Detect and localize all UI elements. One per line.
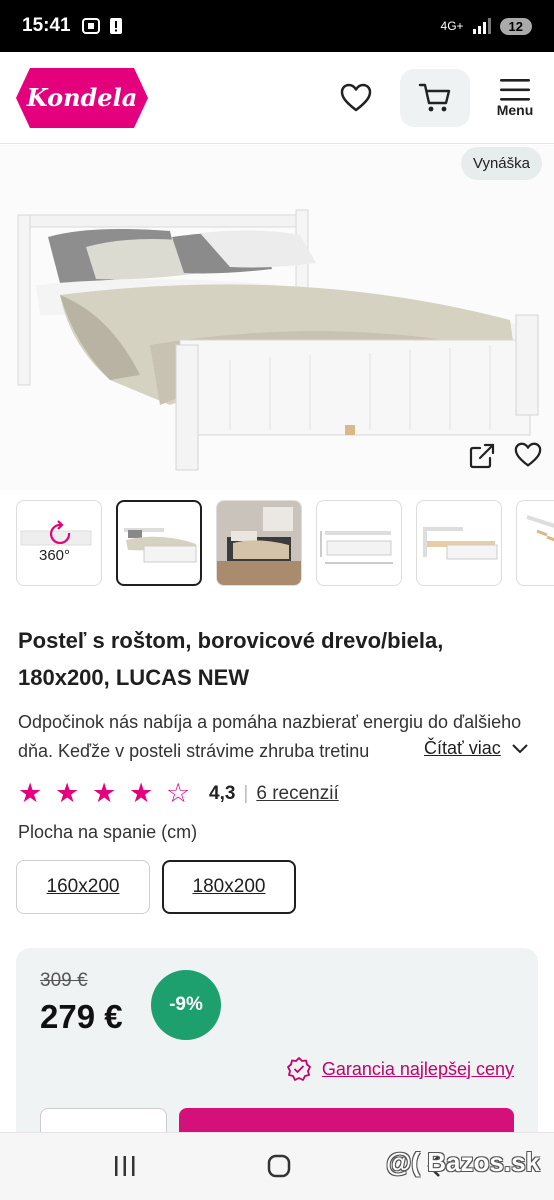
chevron-down-icon xyxy=(512,743,528,753)
product-image xyxy=(17,209,539,471)
menu-button[interactable]: Menu xyxy=(492,78,538,118)
best-price-guarantee-link[interactable]: Garancia najlepšej ceny xyxy=(286,1056,514,1082)
rating-row: ★ ★ ★ ★ ☆ 4,3 | 6 recenzií xyxy=(18,778,339,809)
hamburger-icon xyxy=(500,78,530,101)
thumbnail-bedroom[interactable] xyxy=(216,500,302,586)
price-box: 309 € 279 € -9% Garancia najlepšej ceny xyxy=(16,948,538,1158)
alert-icon xyxy=(109,18,122,34)
share-icon[interactable] xyxy=(468,442,496,470)
current-price: 279 € xyxy=(40,998,123,1035)
status-time: 15:41 xyxy=(22,15,71,36)
read-more-link[interactable]: Čítať viac xyxy=(408,738,529,759)
star-filled-icon: ★ xyxy=(18,778,43,808)
thumbnail-frame[interactable] xyxy=(416,500,502,586)
site-header: Kondela Menu xyxy=(0,52,554,144)
rating-value: 4,3 xyxy=(209,782,236,804)
status-bar: 15:41 4G+ 12 xyxy=(0,0,554,52)
thumbnail-bed-front[interactable] xyxy=(116,500,202,586)
product-gallery[interactable]: Vynáška xyxy=(0,145,554,490)
wishlist-button[interactable] xyxy=(334,76,378,120)
cart-icon xyxy=(418,83,451,111)
thumbnail-360-label: 360° xyxy=(39,547,71,564)
reviews-link[interactable]: 6 recenzií xyxy=(256,783,338,805)
logo-text: Kondela xyxy=(26,82,138,112)
system-nav-bar: @( Bazos.sk xyxy=(0,1132,554,1200)
cart-button[interactable] xyxy=(400,68,470,127)
battery-indicator: 12 xyxy=(499,17,532,35)
signal-icon xyxy=(472,18,491,34)
thumbnail-360[interactable]: 360° xyxy=(16,500,102,586)
rating-divider: | xyxy=(243,782,249,804)
size-option-160x200[interactable]: 160x200 xyxy=(16,860,150,914)
star-filled-icon: ★ xyxy=(92,778,117,808)
thumbnail-slats[interactable] xyxy=(516,500,554,586)
recent-apps-icon[interactable] xyxy=(112,1153,138,1179)
star-filled-icon: ★ xyxy=(129,778,154,808)
menu-label: Menu xyxy=(496,101,534,118)
product-title: Posteľ s roštom, borovicové drevo/biela,… xyxy=(18,628,444,690)
delivery-badge: Vynáška xyxy=(461,147,542,180)
thumbnail-strip: 360° xyxy=(16,500,554,588)
network-label: 4G+ xyxy=(440,19,464,33)
heart-icon xyxy=(340,83,372,111)
thumbnail-dimensions[interactable] xyxy=(316,500,402,586)
kondela-logo[interactable]: Kondela xyxy=(16,64,148,132)
favorite-heart-icon[interactable] xyxy=(514,442,542,468)
star-filled-icon: ★ xyxy=(55,778,80,808)
home-icon[interactable] xyxy=(266,1153,292,1179)
screen-record-icon xyxy=(81,18,100,34)
read-more-label: Čítať viac xyxy=(424,738,501,758)
bazos-watermark: @( Bazos.sk xyxy=(386,1147,540,1177)
discount-badge: -9% xyxy=(151,970,221,1040)
size-option-180x200[interactable]: 180x200 xyxy=(162,860,296,914)
guarantee-label: Garancia najlepšej ceny xyxy=(321,1058,514,1079)
badge-check-icon xyxy=(286,1057,311,1081)
size-label: Plocha na spanie (cm) xyxy=(18,822,198,842)
old-price: 309 € xyxy=(40,970,88,991)
star-empty-icon: ☆ xyxy=(166,778,191,808)
